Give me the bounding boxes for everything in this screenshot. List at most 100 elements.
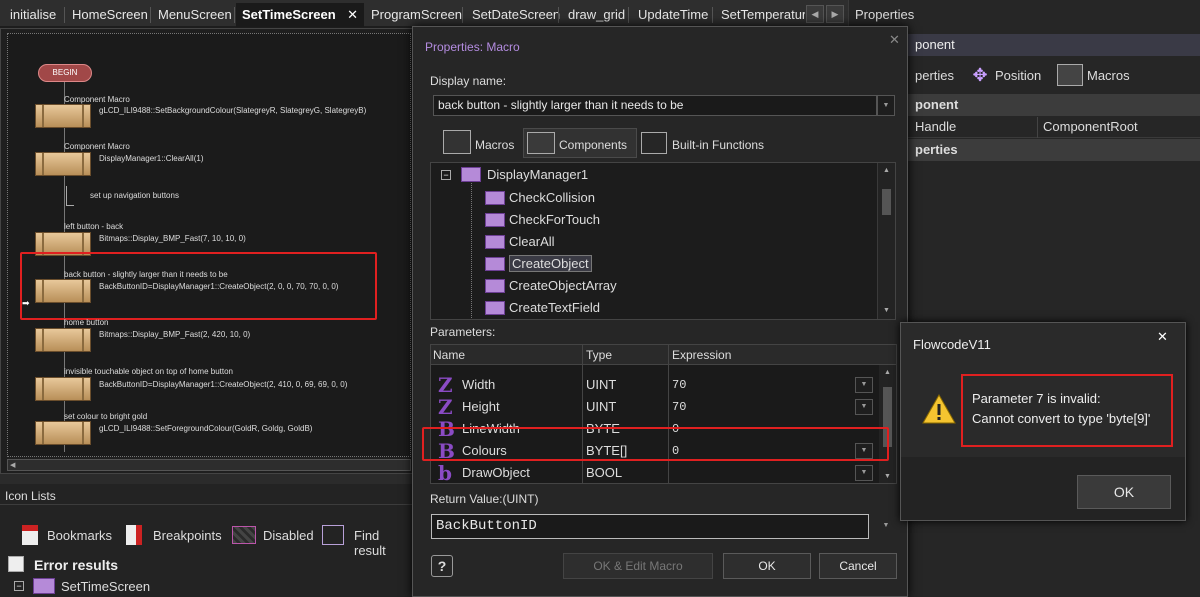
breakpoints-button[interactable]: Breakpoints [153, 528, 222, 543]
flow-block-title: home button [64, 318, 109, 327]
tree-root[interactable]: DisplayManager1 [487, 167, 588, 182]
param-row-width[interactable]: Z Width UINT 70 ▼ [431, 374, 879, 396]
begin-terminal[interactable]: BEGIN [38, 64, 92, 82]
properties-panel-title: Properties [855, 7, 915, 22]
find-results-button[interactable]: Find result [354, 528, 412, 558]
component-macro-icon[interactable] [35, 377, 91, 401]
properties-macro-dialog: Properties: Macro ✕ Display name: back b… [412, 26, 908, 597]
tree-item-createobject[interactable]: CreateObject [481, 254, 592, 274]
flow-block-title: left button - back [64, 222, 124, 231]
flow-block-text: DisplayManager1::ClearAll(1) [99, 154, 204, 163]
components-tab-icon [527, 132, 555, 154]
tab-menuscreen[interactable]: MenuScreen [152, 3, 238, 27]
scroll-up-icon[interactable]: ▲ [884, 369, 891, 376]
flow-block-title: set colour to bright gold [64, 412, 148, 421]
component-macro-icon[interactable] [35, 104, 91, 128]
scroll-left-icon[interactable]: ◀ [10, 461, 15, 469]
tab-initialise[interactable]: initialise [4, 3, 62, 27]
disabled-button[interactable]: Disabled [263, 528, 314, 543]
tab-setdatescreen[interactable]: SetDateScreen [466, 3, 566, 27]
macros-source-tab[interactable]: Macros [475, 138, 514, 152]
return-value-label: Return Value:(UINT) [430, 492, 539, 506]
tree-item-clearall[interactable]: ClearAll [481, 232, 555, 252]
ok-button[interactable]: OK [723, 553, 811, 579]
tree-collapse-icon[interactable]: − [441, 170, 451, 180]
display-name-input[interactable]: back button - slightly larger than it ne… [433, 95, 877, 116]
cancel-button[interactable]: Cancel [819, 553, 897, 579]
dialog-title: Properties: Macro [425, 40, 520, 54]
help-icon[interactable]: ? [431, 555, 453, 577]
flow-block-text: gLCD_ILI9488::SetBackgroundColour(Slateg… [99, 106, 367, 115]
tab-scroll-left-icon[interactable]: ◀ [806, 5, 824, 23]
flow-block-text: BackButtonID=DisplayManager1::CreateObje… [99, 380, 348, 389]
component-tree: − DisplayManager1 CheckCollision CheckFo… [430, 162, 896, 320]
tab-programscreen[interactable]: ProgramScreen [365, 3, 468, 27]
error-tree-item[interactable]: SetTimeScreen [61, 579, 150, 594]
flowchart-canvas[interactable]: BEGIN Component Macro gLCD_ILI9488::SetB… [7, 33, 411, 457]
collapse-icon[interactable]: − [14, 581, 24, 591]
macros-tab[interactable]: Macros [1087, 68, 1130, 83]
builtin-functions-icon [641, 132, 667, 154]
scroll-thumb[interactable] [882, 189, 891, 215]
param-header-type: Type [586, 348, 613, 362]
error-message-line2: Cannot convert to type 'byte[9]' [972, 411, 1151, 426]
tab-settemperature[interactable]: SetTemperatur [715, 3, 805, 27]
params-scrollbar[interactable]: ▲ ▼ [879, 365, 896, 483]
param-row-drawobject[interactable]: b DrawObject BOOL ▼ [431, 461, 879, 484]
ok-edit-macro-button[interactable]: OK & Edit Macro [563, 553, 713, 579]
expression-dropdown-icon[interactable]: ▼ [855, 399, 873, 415]
tab-updatetime[interactable]: UpdateTime [632, 3, 714, 27]
tree-item-createobjectarray[interactable]: CreateObjectArray [481, 276, 617, 296]
properties-tab[interactable]: perties [915, 68, 954, 83]
scroll-down-icon[interactable]: ▼ [883, 307, 890, 314]
component-macro-icon[interactable] [35, 328, 91, 352]
dialog-close-icon[interactable]: ✕ [889, 32, 900, 48]
tab-draw-grid[interactable]: draw_grid [562, 3, 631, 27]
comment-bracket-icon[interactable] [66, 186, 74, 206]
tab-settimescreen[interactable]: SetTimeScreen ✕ [236, 3, 364, 27]
bookmarks-button[interactable]: Bookmarks [47, 528, 112, 543]
flow-block-text: Bitmaps::Display_BMP_Fast(2, 420, 10, 0) [99, 330, 251, 339]
component-macro-icon[interactable] [35, 421, 91, 445]
macros-tab-icon [443, 130, 471, 154]
macro-icon [485, 191, 505, 205]
tree-item-checkcollision[interactable]: CheckCollision [481, 188, 595, 208]
find-results-icon [322, 525, 344, 545]
breakpoint-icon [126, 525, 142, 545]
handle-value[interactable]: ComponentRoot [1043, 119, 1138, 134]
display-name-dropdown-icon[interactable]: ▼ [877, 95, 895, 116]
tree-item-createtextfield[interactable]: CreateTextField [481, 298, 600, 318]
icon-lists-title: Icon Lists [5, 489, 56, 503]
builtin-functions-tab[interactable]: Built-in Functions [672, 138, 764, 152]
close-tab-icon[interactable]: ✕ [347, 3, 358, 27]
bool-type-icon: b [438, 461, 452, 484]
param-header-expression: Expression [672, 348, 732, 362]
error-message-line1: Parameter 7 is invalid: [972, 391, 1101, 406]
parameters-table: Name Type Expression Z Width UINT 70 ▼ Z H… [430, 344, 897, 484]
macro-icon [485, 301, 505, 315]
expression-dropdown-icon[interactable]: ▼ [855, 377, 873, 393]
return-value-input[interactable]: BackButtonID [431, 514, 869, 539]
macro-icon [485, 213, 505, 227]
param-row-height[interactable]: Z Height UINT 70 ▼ [431, 396, 879, 418]
bookmark-icon [22, 525, 38, 545]
flow-block-text: Bitmaps::Display_BMP_Fast(7, 10, 10, 0) [99, 234, 246, 243]
error-results-header: Error results [34, 557, 119, 573]
component-icon [461, 167, 481, 182]
error-close-icon[interactable]: ✕ [1157, 329, 1168, 345]
tab-homescreen[interactable]: HomeScreen [66, 3, 154, 27]
error-dialog-title: FlowcodeV11 [913, 337, 991, 352]
return-value-dropdown-icon[interactable]: ▼ [877, 514, 895, 539]
flowchart-horizontal-scrollbar[interactable]: ◀ [7, 459, 411, 471]
component-macro-icon[interactable] [35, 152, 91, 176]
handle-key: Handle [915, 119, 957, 134]
tab-scroll-right-icon[interactable]: ▶ [826, 5, 844, 23]
scroll-up-icon[interactable]: ▲ [883, 167, 890, 174]
components-source-tab[interactable]: Components [559, 138, 627, 152]
tree-scrollbar[interactable]: ▲ ▼ [877, 163, 895, 319]
scroll-down-icon[interactable]: ▼ [884, 473, 891, 480]
expression-dropdown-icon[interactable]: ▼ [855, 465, 873, 481]
tree-item-checkfortouch[interactable]: CheckForTouch [481, 210, 600, 230]
error-ok-button[interactable]: OK [1077, 475, 1171, 509]
position-tab[interactable]: Position [995, 68, 1041, 83]
